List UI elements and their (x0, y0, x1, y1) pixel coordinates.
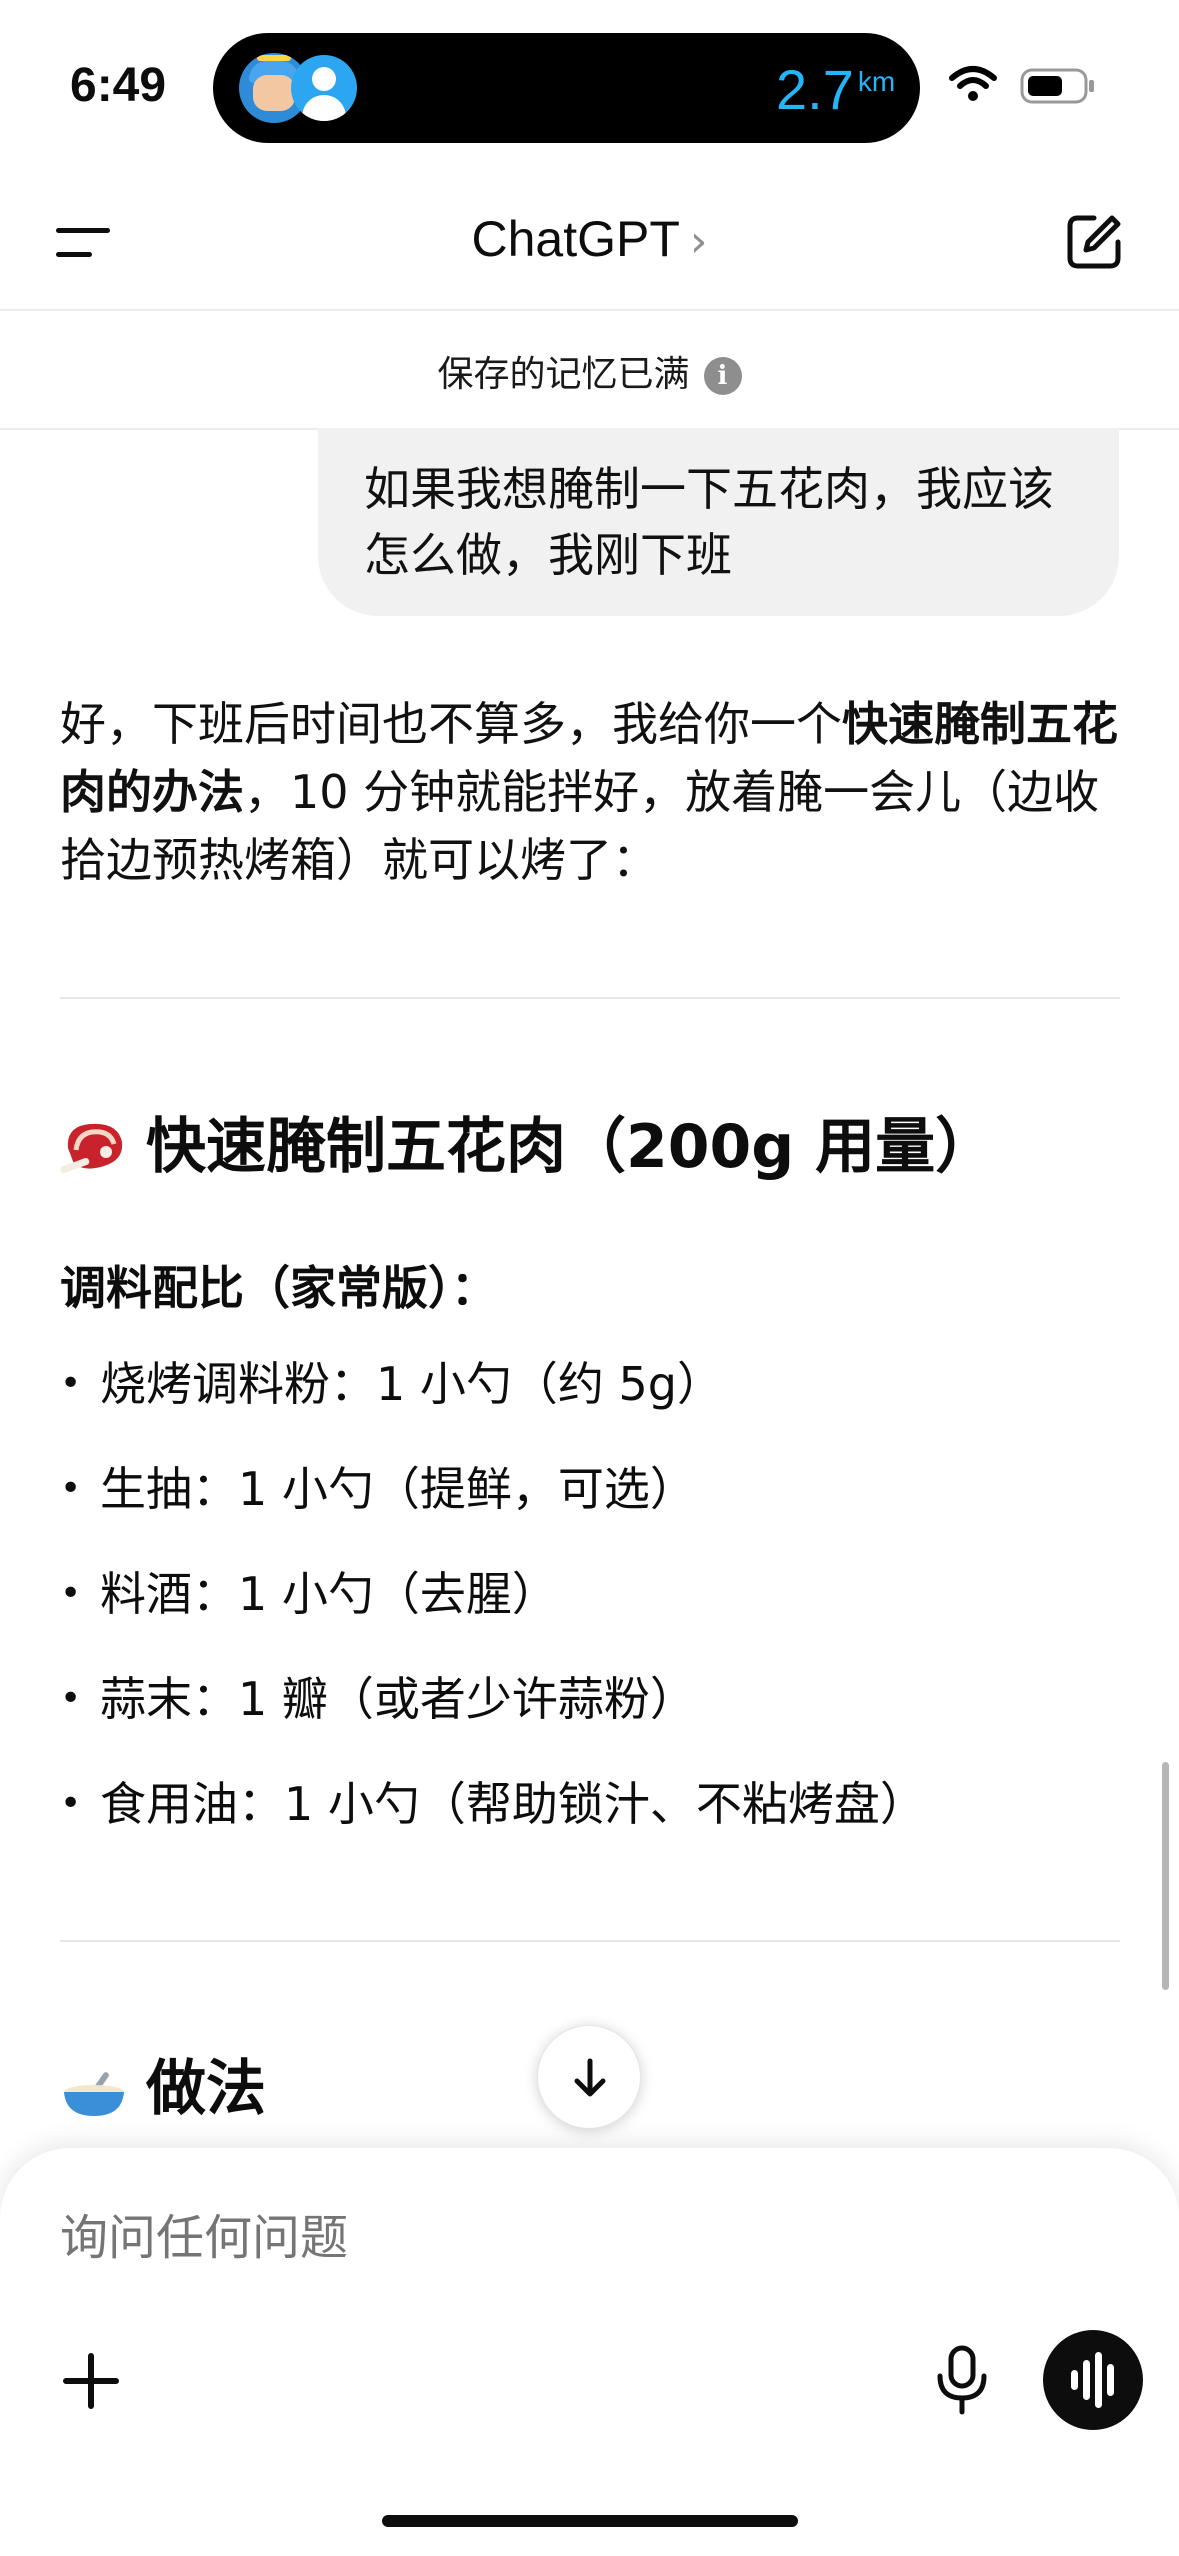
microphone-icon[interactable] (934, 2344, 990, 2416)
section-title: 快速腌制五花肉（200g 用量） (146, 1112, 996, 1182)
message-input[interactable] (60, 2210, 960, 2266)
voice-mode-button[interactable] (1043, 2330, 1143, 2430)
section-divider (60, 1940, 1120, 1942)
header-divider (0, 309, 1179, 311)
dynamic-island[interactable]: 2.7 km (213, 33, 920, 143)
user-message-bubble: 如果我想腌制一下五花肉，我应该怎么做，我刚下班 (318, 428, 1119, 616)
section-divider (60, 997, 1120, 999)
memory-full-notice[interactable]: 保存的记忆已满 i (0, 345, 1179, 397)
battery-icon (1020, 68, 1094, 104)
ingredient-list: 烧烤调料粉：1 小勺（约 5g） 生抽：1 小勺（提鲜，可选） 料酒：1 小勺（… (60, 1346, 926, 1871)
new-chat-icon[interactable] (1064, 212, 1124, 272)
section-heading: 快速腌制五花肉（200g 用量） (60, 1098, 995, 1185)
arrow-down-icon (574, 2058, 606, 2097)
home-indicator (382, 2515, 798, 2527)
info-icon[interactable]: i (703, 357, 742, 395)
contact-avatar-icon (291, 55, 357, 121)
composer (0, 2148, 1179, 2556)
memory-notice-text: 保存的记忆已满 (437, 354, 690, 395)
assistant-intro: 好，下班后时间也不算多，我给你一个快速腌制五花肉的办法，10 分钟就能拌好，放着… (60, 697, 1118, 887)
wifi-icon (949, 66, 997, 101)
method-title: 做法 (146, 2054, 266, 2124)
method-heading: 做法 (60, 2040, 266, 2127)
plus-icon[interactable] (62, 2352, 120, 2410)
distance-unit: km (857, 66, 896, 97)
voice-mode-icon (1071, 2370, 1078, 2390)
list-item: 蒜末：1 瓣（或者少许蒜粉） (60, 1661, 926, 1766)
list-item: 食用油：1 小勺（帮助锁汁、不粘烤盘） (60, 1766, 926, 1871)
distance-value: 2.7 (776, 58, 854, 121)
list-item: 生抽：1 小勺（提鲜，可选） (60, 1451, 926, 1556)
scroll-to-bottom-button[interactable] (537, 2025, 641, 2129)
list-item: 烧烤调料粉：1 小勺（约 5g） (60, 1346, 926, 1451)
distance-readout: 2.7 km (776, 57, 895, 122)
chat-title[interactable]: ChatGPT › (0, 210, 1179, 268)
model-title[interactable]: ChatGPT (471, 211, 679, 267)
scrollbar[interactable] (1162, 1762, 1169, 1990)
chevron-right-icon: › (689, 216, 708, 267)
meat-icon (60, 1124, 123, 1174)
seasoning-subheading: 调料配比（家常版）： (60, 1261, 497, 1315)
status-time: 6:49 (70, 59, 167, 112)
list-item: 料酒：1 小勺（去腥） (60, 1556, 926, 1661)
bowl-icon (64, 2072, 124, 2117)
